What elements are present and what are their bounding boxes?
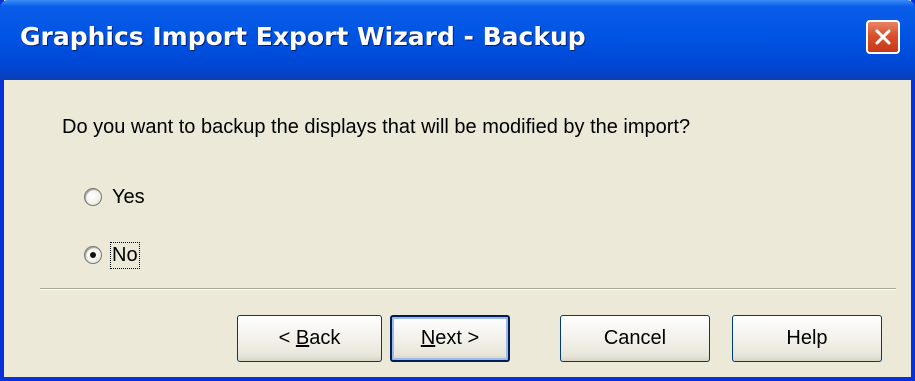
backup-question: Do you want to backup the displays that … xyxy=(62,116,691,138)
title-bar[interactable]: Graphics Import Export Wizard - Backup xyxy=(0,0,915,80)
window-title: Graphics Import Export Wizard - Backup xyxy=(20,22,586,51)
radio-no-label[interactable]: No xyxy=(110,241,140,269)
radio-selected-dot xyxy=(90,252,96,258)
next-button[interactable]: Next > xyxy=(390,315,510,362)
radio-option-no[interactable]: No xyxy=(84,241,140,269)
radio-yes[interactable] xyxy=(84,188,102,206)
separator xyxy=(40,288,896,290)
wizard-window: Graphics Import Export Wizard - Backup D… xyxy=(0,0,915,381)
radio-yes-label[interactable]: Yes xyxy=(112,186,145,209)
back-button-mnemonic: B xyxy=(295,327,310,349)
back-button-rest: ack xyxy=(309,327,341,349)
close-button[interactable] xyxy=(866,20,900,54)
back-button[interactable]: < Back xyxy=(237,315,382,362)
close-icon xyxy=(875,29,891,45)
radio-option-yes[interactable]: Yes xyxy=(84,184,145,210)
next-button-mnemonic: N xyxy=(420,327,436,349)
cancel-button[interactable]: Cancel xyxy=(560,315,710,362)
radio-no[interactable] xyxy=(84,246,102,264)
back-button-prefix: < xyxy=(278,327,296,349)
help-button[interactable]: Help xyxy=(732,315,882,362)
next-button-rest: ext > xyxy=(435,327,480,349)
